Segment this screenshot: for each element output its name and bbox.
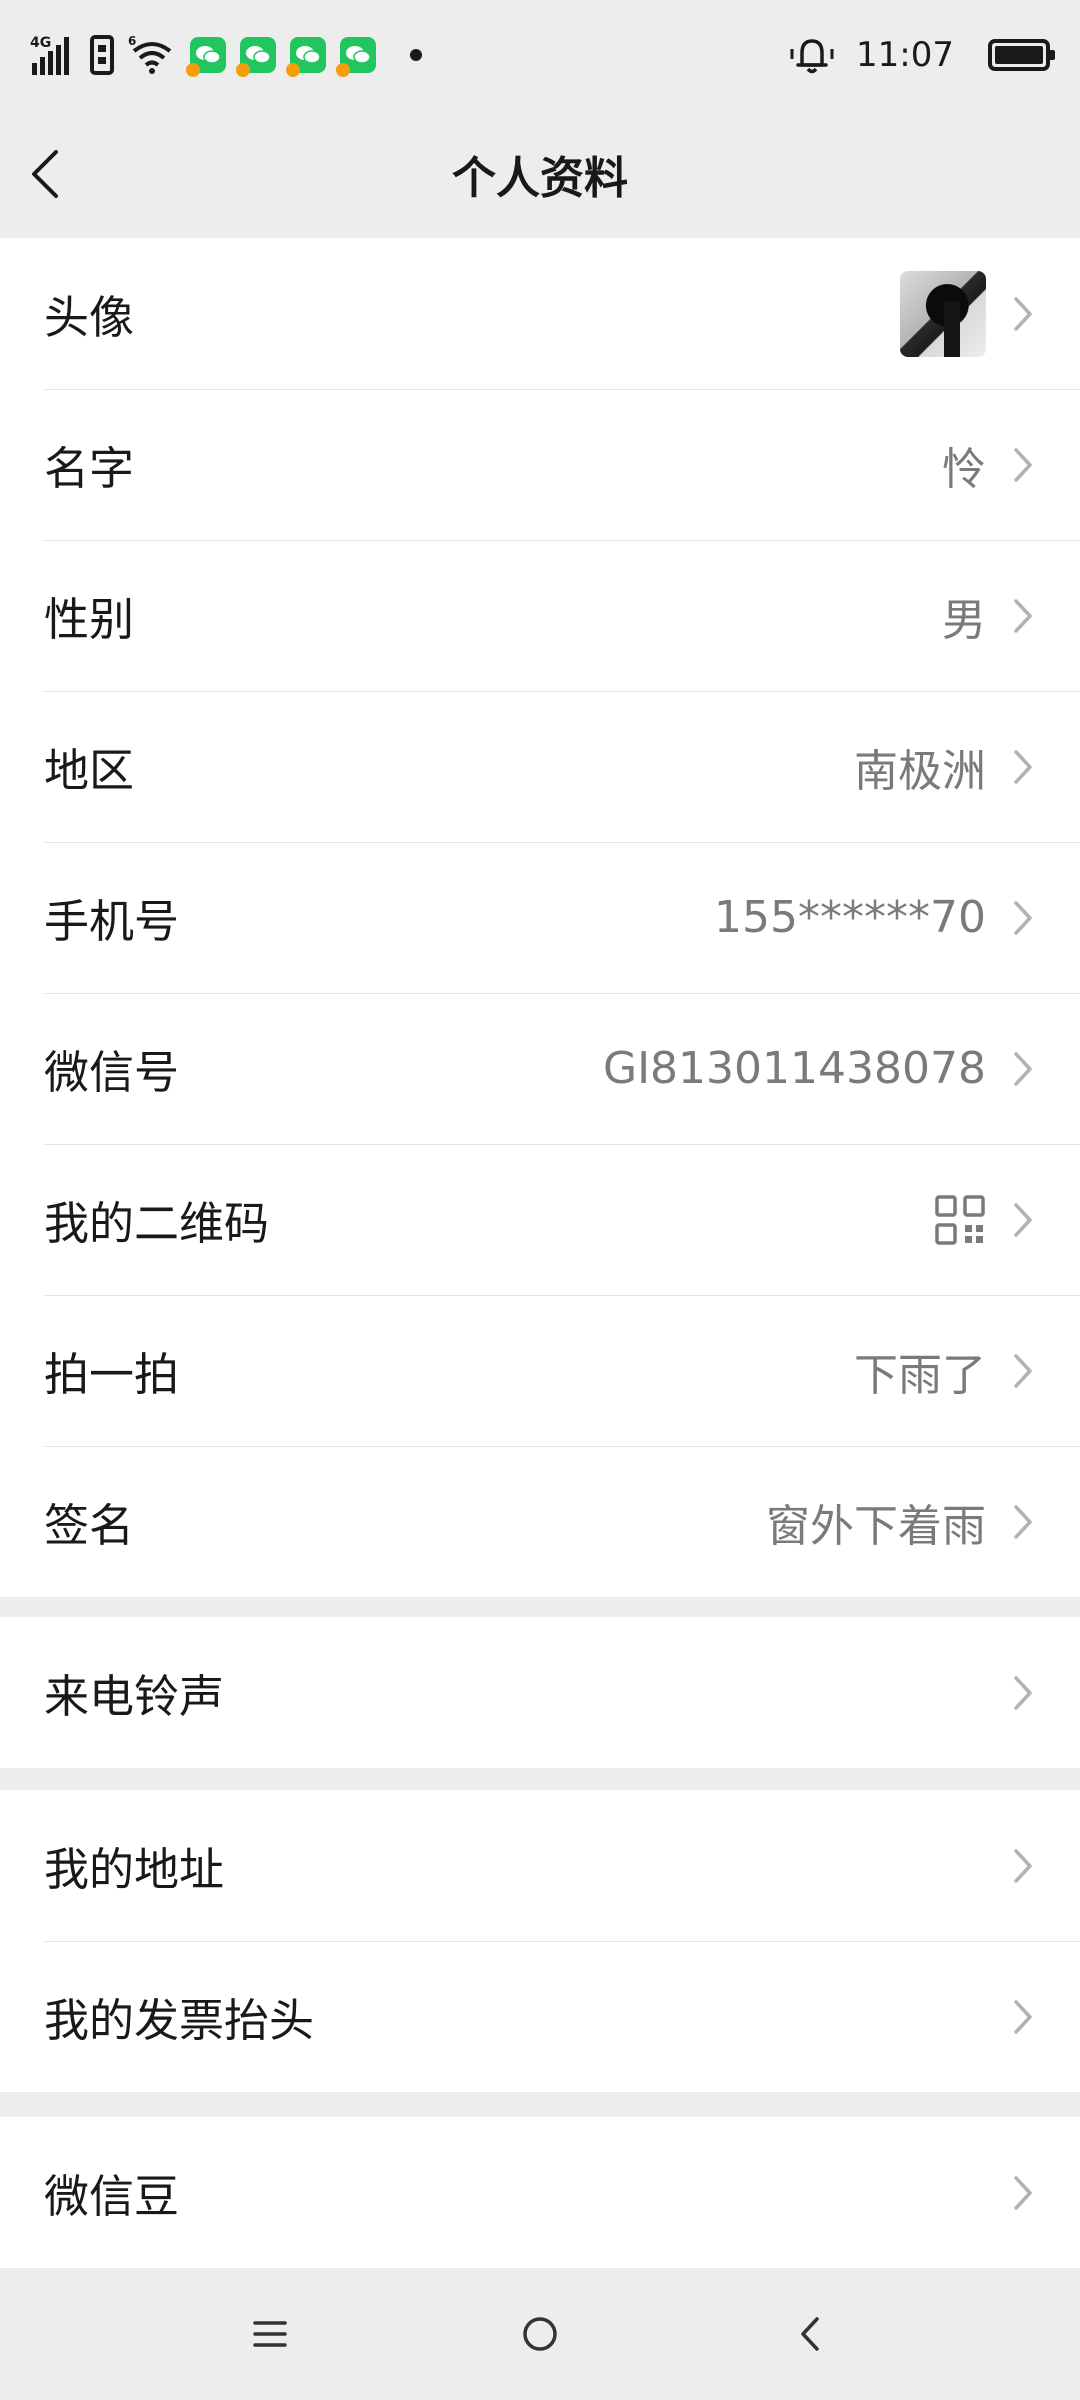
row-right (900, 270, 1034, 357)
wechat-id-value: GI813011438078 (602, 1043, 986, 1094)
chevron-right-icon (1012, 597, 1034, 635)
row-qr-code[interactable]: 我的二维码 (0, 1144, 1080, 1295)
chevron-right-icon (1012, 899, 1034, 937)
battery-level (995, 46, 1043, 64)
row-right: 男 (942, 584, 1034, 648)
chevron-right-icon (1012, 2174, 1034, 2212)
status-left: 4G 6 (30, 33, 422, 77)
back-chevron-icon (32, 150, 58, 198)
wechat-notification-icon (286, 37, 326, 77)
row-phone[interactable]: 手机号 155******70 (0, 842, 1080, 993)
sim-card-icon (90, 35, 114, 75)
notification-dot-icon (410, 49, 422, 61)
bell-vibrate-icon (788, 33, 836, 77)
nav-home-button[interactable] (520, 2314, 560, 2354)
status-right: 11:07 (788, 33, 1055, 77)
row-my-address[interactable]: 我的地址 (0, 1790, 1080, 1941)
row-right (986, 1674, 1034, 1712)
chevron-right-icon (1012, 1050, 1034, 1088)
row-right: 怜 (942, 433, 1034, 497)
row-label-region: 地区 (44, 744, 135, 797)
menu-icon (253, 2321, 287, 2347)
row-region[interactable]: 地区 南极洲 (0, 691, 1080, 842)
row-label-qr-code: 我的二维码 (44, 1197, 270, 1250)
chevron-right-icon (1012, 1503, 1034, 1541)
row-wechat-id[interactable]: 微信号 GI813011438078 (0, 993, 1080, 1144)
row-label-avatar: 头像 (44, 291, 135, 344)
ringtone-section: 来电铃声 (0, 1617, 1080, 1768)
signature-value: 窗外下着雨 (766, 1500, 986, 1552)
gender-value: 男 (942, 594, 986, 646)
row-right (986, 2174, 1034, 2212)
chevron-right-icon (1012, 1674, 1034, 1712)
row-label-name: 名字 (44, 442, 135, 495)
home-circle-icon (523, 2317, 557, 2351)
system-nav-bar (0, 2268, 1080, 2400)
wifi-generation-label: 6 (128, 34, 136, 48)
network-type-label: 4G (30, 35, 51, 51)
row-right (986, 1998, 1034, 2036)
name-value: 怜 (942, 443, 986, 495)
chevron-right-icon (1012, 1847, 1034, 1885)
battery-icon (988, 39, 1055, 71)
row-label-pat: 拍一拍 (44, 1348, 180, 1401)
row-pat[interactable]: 拍一拍 下雨了 (0, 1295, 1080, 1446)
avatar (900, 270, 986, 357)
row-ringtone[interactable]: 来电铃声 (0, 1617, 1080, 1768)
page-title: 个人资料 (452, 153, 628, 204)
row-gender[interactable]: 性别 男 (0, 540, 1080, 691)
row-label-wechat-beans: 微信豆 (44, 2170, 180, 2223)
row-label-phone: 手机号 (44, 895, 180, 948)
phone-value: 155******70 (714, 892, 986, 943)
row-right: 155******70 (714, 892, 1034, 943)
chevron-right-icon (1012, 1352, 1034, 1390)
row-right (934, 1194, 1034, 1246)
row-signature[interactable]: 签名 窗外下着雨 (0, 1446, 1080, 1597)
chevron-right-icon (1012, 1201, 1034, 1239)
status-time: 11:07 (856, 35, 954, 75)
chevron-right-icon (1012, 295, 1034, 333)
title-bar: 个人资料 (0, 110, 1080, 238)
row-avatar[interactable]: 头像 (0, 238, 1080, 389)
region-value: 南极洲 (854, 745, 986, 797)
back-button[interactable] (30, 134, 110, 214)
row-right (986, 1847, 1034, 1885)
pat-value: 下雨了 (854, 1349, 986, 1401)
row-invoice-title[interactable]: 我的发票抬头 (0, 1941, 1080, 2092)
row-label-signature: 签名 (44, 1499, 135, 1552)
row-label-ringtone: 来电铃声 (44, 1670, 225, 1723)
qr-code-icon (934, 1194, 986, 1246)
row-label-wechat-id: 微信号 (44, 1046, 180, 1099)
wechat-notification-icon (236, 37, 276, 77)
chevron-right-icon (1012, 1998, 1034, 2036)
row-label-gender: 性别 (44, 593, 135, 646)
nav-back-button[interactable] (790, 2314, 830, 2354)
row-label-invoice-title: 我的发票抬头 (44, 1994, 315, 2047)
row-right: GI813011438078 (603, 1043, 1034, 1094)
row-label-my-address: 我的地址 (44, 1843, 225, 1896)
status-bar: 4G 6 11:07 (0, 0, 1080, 110)
row-right: 窗外下着雨 (766, 1490, 1034, 1554)
beans-section: 微信豆 (0, 2117, 1080, 2268)
row-name[interactable]: 名字 怜 (0, 389, 1080, 540)
row-right: 南极洲 (854, 735, 1034, 799)
address-section: 我的地址 我的发票抬头 (0, 1790, 1080, 2092)
profile-section: 头像 名字 怜 性别 男 地区 南极洲 手机号 155******70 微信号 … (0, 238, 1080, 1597)
nav-back-icon (801, 2317, 819, 2351)
chevron-right-icon (1012, 446, 1034, 484)
chevron-right-icon (1012, 748, 1034, 786)
wechat-notification-icon (186, 37, 226, 77)
row-wechat-beans[interactable]: 微信豆 (0, 2117, 1080, 2268)
row-right: 下雨了 (854, 1339, 1034, 1403)
wechat-notification-icon (336, 37, 376, 77)
cellular-signal-icon: 4G (30, 33, 76, 77)
nav-menu-button[interactable] (250, 2314, 290, 2354)
wifi-icon: 6 (128, 33, 176, 77)
